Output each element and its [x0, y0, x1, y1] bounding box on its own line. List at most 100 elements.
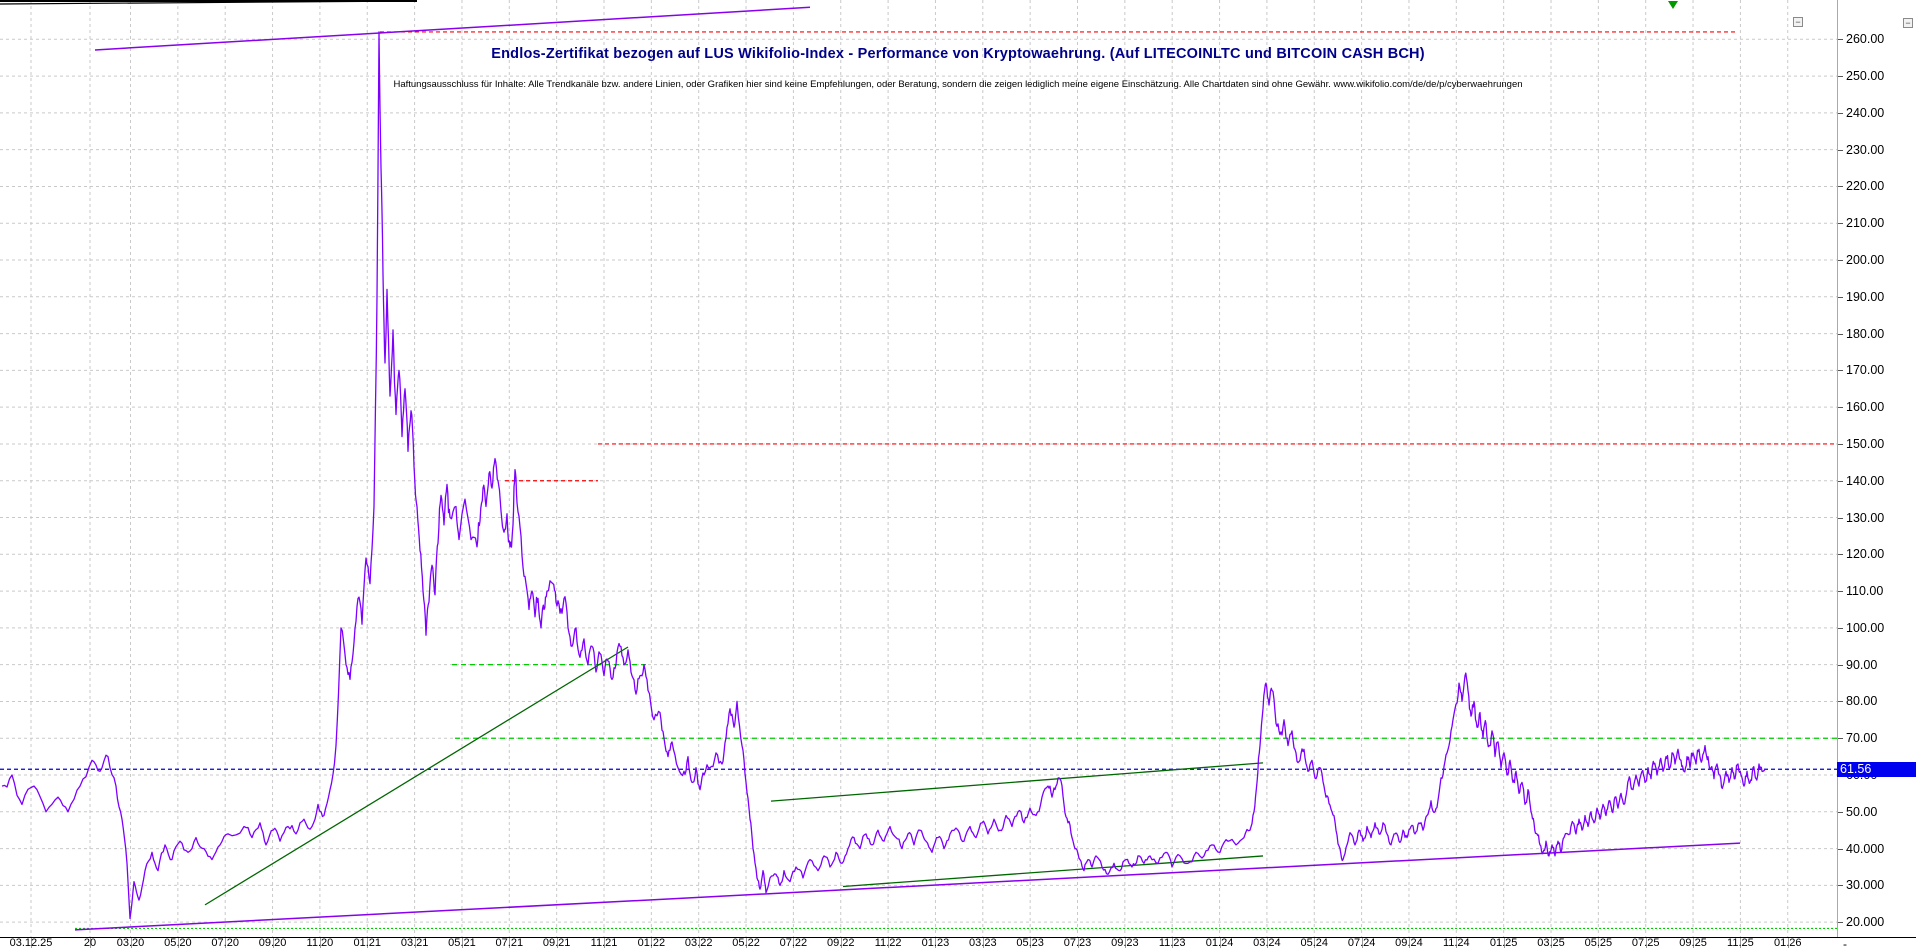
- time-axis-label: 05.22: [732, 938, 760, 948]
- price-axis-label: 120.00: [1846, 547, 1884, 561]
- chart-disclaimer: Haftungsausschluss für Inhalte: Alle Tre…: [0, 79, 1916, 90]
- time-axis-label: 01.25: [1490, 938, 1518, 948]
- price-axis-tick: [1838, 370, 1843, 371]
- price-axis-label: 260.00: [1846, 32, 1884, 46]
- trend-green-2022-24-upper-line: [771, 763, 1263, 801]
- time-axis: - 03.12.25 20 03.20 05.20 07.20 09.20 11.20 01.…: [0, 937, 1916, 948]
- trend-green-2020-line: [205, 647, 628, 905]
- price-axis-tick: [1838, 518, 1843, 519]
- time-axis-label: 07.23: [1064, 938, 1092, 948]
- time-axis-label: 11.20: [307, 938, 334, 948]
- time-axis-label: 01.23: [922, 938, 950, 948]
- price-axis-tick: [1838, 407, 1843, 408]
- price-axis-tick: [1838, 922, 1843, 923]
- time-axis-label: 09.25: [1679, 938, 1707, 948]
- price-axis-label: 90.00: [1846, 658, 1877, 672]
- time-axis-label: 07.20: [211, 938, 239, 948]
- price-axis-tick: [1838, 738, 1843, 739]
- time-axis-label: 07.21: [496, 938, 524, 948]
- price-axis-tick: [1838, 665, 1843, 666]
- price-axis-label: 70.00: [1846, 731, 1877, 745]
- time-axis-label: 11.25: [1727, 938, 1754, 948]
- price-axis-label: 150.00: [1846, 437, 1884, 451]
- time-axis-label: 05.20: [164, 938, 192, 948]
- price-axis-label: 250.00: [1846, 69, 1884, 83]
- time-axis-label: 05.23: [1016, 938, 1044, 948]
- channel-violet-lower-line: [75, 843, 1740, 930]
- price-axis-label: 200.00: [1846, 253, 1884, 267]
- price-axis: 260.00 250.00 240.00 230.00 220.00 210.00 200.…: [1837, 0, 1916, 937]
- chart-title: Endlos-Zertifikat bezogen auf LUS Wikifo…: [0, 46, 1916, 62]
- time-axis-label: 03.25: [1537, 938, 1565, 948]
- price-axis-tick: [1838, 554, 1843, 555]
- price-axis-label: 140.00: [1846, 474, 1884, 488]
- channel-violet-upper-line: [95, 7, 810, 50]
- time-axis-label: 11.24: [1443, 938, 1470, 948]
- price-axis-label: 160.00: [1846, 400, 1884, 414]
- time-axis-label: 20: [84, 938, 96, 948]
- price-axis-tick: [1838, 812, 1843, 813]
- price-axis-label: 220.00: [1846, 179, 1884, 193]
- price-axis-tick: [1838, 444, 1843, 445]
- time-axis-label: 05.21: [448, 938, 476, 948]
- time-axis-label: 09.20: [259, 938, 287, 948]
- price-axis-tick: [1838, 334, 1843, 335]
- price-axis-label: 240.00: [1846, 106, 1884, 120]
- price-axis-tick: [1838, 223, 1843, 224]
- time-axis-label: 09.24: [1395, 938, 1423, 948]
- time-axis-label: 03.21: [401, 938, 429, 948]
- time-axis-label: 07.25: [1632, 938, 1660, 948]
- price-axis-label: 100.00: [1846, 621, 1884, 635]
- chart-root: Endlos-Zertifikat bezogen auf LUS Wikifo…: [0, 0, 1916, 948]
- price-axis-tick: [1838, 186, 1843, 187]
- price-axis-tick: [1838, 885, 1843, 886]
- time-axis-label: 01.21: [353, 938, 381, 948]
- price-axis-label: 110.00: [1846, 584, 1883, 598]
- price-axis-tick: [1838, 701, 1843, 702]
- time-axis-label: 07.24: [1348, 938, 1376, 948]
- price-axis-label: 230.00: [1846, 143, 1884, 157]
- price-axis-tick: [1838, 628, 1843, 629]
- price-axis-label: 190.00: [1846, 290, 1884, 304]
- time-axis-label: 11.22: [875, 938, 902, 948]
- price-axis-tick: [1838, 260, 1843, 261]
- time-axis-label: 03.23: [969, 938, 997, 948]
- price-line: [2, 32, 1765, 919]
- price-axis-tick: [1838, 849, 1843, 850]
- time-axis-label: 01.22: [638, 938, 666, 948]
- time-axis-label: 01.26: [1774, 938, 1802, 948]
- time-axis-label: 05.25: [1585, 938, 1613, 948]
- time-axis-label: 07.22: [780, 938, 808, 948]
- axis-corner-dash: -: [1843, 937, 1847, 948]
- price-axis-label: 180.00: [1846, 327, 1884, 341]
- price-axis-label: 170.00: [1846, 363, 1884, 377]
- price-axis-tick: [1838, 150, 1843, 151]
- price-axis-tick: [1838, 39, 1843, 40]
- time-axis-label: 11.23: [1159, 938, 1186, 948]
- time-axis-label: 09.23: [1111, 938, 1139, 948]
- price-axis-label: 210.00: [1846, 216, 1884, 230]
- price-axis-label: 130.00: [1846, 511, 1884, 525]
- price-axis-label: 80.00: [1846, 694, 1877, 708]
- time-axis-label: 03.22: [685, 938, 713, 948]
- time-axis-label: 05.24: [1300, 938, 1328, 948]
- price-axis-tick: [1838, 481, 1843, 482]
- price-axis-label: 30.000: [1846, 878, 1884, 892]
- price-axis-tick: [1838, 297, 1843, 298]
- collapse-axis-button[interactable]: −: [1903, 18, 1913, 28]
- price-axis-label: 20.000: [1846, 915, 1884, 929]
- time-axis-label: 03.12.25: [10, 938, 53, 948]
- price-axis-label: 50.00: [1846, 805, 1877, 819]
- time-axis-label: 09.22: [827, 938, 855, 948]
- signal-arrow-icon: [1668, 1, 1678, 9]
- time-axis-label: 11.21: [591, 938, 618, 948]
- current-price-badge: 61.56: [1837, 762, 1916, 777]
- time-axis-label: 09.21: [543, 938, 571, 948]
- plot-area: [0, 0, 1837, 937]
- time-axis-label: 03.20: [117, 938, 145, 948]
- price-axis-label: 40.000: [1846, 842, 1884, 856]
- collapse-plot-button[interactable]: −: [1793, 17, 1803, 27]
- price-axis-tick: [1838, 591, 1843, 592]
- time-axis-label: 03.24: [1253, 938, 1281, 948]
- time-axis-label: 01.24: [1206, 938, 1234, 948]
